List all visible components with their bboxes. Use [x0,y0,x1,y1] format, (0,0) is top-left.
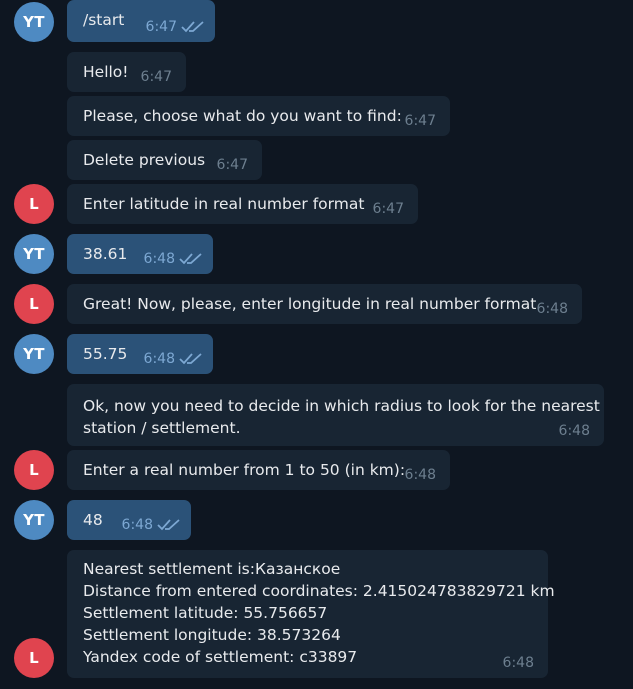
message-bubble-incoming[interactable]: Hello! 6:47 [67,52,186,92]
double-check-icon [179,353,202,365]
message-text: Please, choose what do you want to find: [83,107,402,125]
message-bubble-incoming[interactable]: Please, choose what do you want to find:… [67,96,450,136]
message-time: 6:48 [404,467,436,483]
message-time: 6:47 [372,201,404,217]
message-time: 6:47 [404,113,436,129]
user-avatar[interactable]: YT [14,500,54,540]
message-text: Great! Now, please, enter longitude in r… [83,295,537,313]
message-bubble-incoming[interactable]: Enter a real number from 1 to 50 (in km)… [67,450,450,490]
message-text: 48 [83,511,103,529]
message-bubble-outgoing[interactable]: 48 6:48 [67,500,191,540]
message-time: 6:48 [143,351,175,367]
message-text: Delete previous [83,151,206,169]
message-time: 6:47 [216,157,248,173]
bot-avatar[interactable]: L [14,184,54,224]
message-line: Settlement longitude: 38.573264 [83,626,341,644]
bot-avatar[interactable]: L [14,450,54,490]
message-time: 6:48 [558,423,590,439]
message-bubble-incoming[interactable]: Nearest settlement is:Казанское Distance… [67,550,555,678]
message-bubble-incoming[interactable]: Great! Now, please, enter longitude in r… [67,284,582,324]
message-bubble-incoming[interactable]: Delete previous 6:47 [67,140,262,180]
message-line: station / settlement. [83,419,241,437]
message-text: Nearest settlement is:Казанское Distance… [83,558,555,668]
message-text: Enter latitude in real number format [83,195,365,213]
message-time: 6:47 [140,69,172,85]
message-text: 38.61 [83,245,128,263]
message-time: 6:48 [143,251,175,267]
double-check-icon [181,21,204,33]
message-bubble-incoming[interactable]: Ok, now you need to decide in which radi… [67,384,604,446]
bot-avatar[interactable]: L [14,284,54,324]
message-bubble-outgoing[interactable]: 55.75 6:48 [67,334,213,374]
message-text: Hello! [83,63,129,81]
message-time: 6:48 [502,655,534,671]
message-line: Distance from entered coordinates: 2.415… [83,582,555,600]
message-bubble-outgoing[interactable]: /start 6:47 [67,0,215,42]
message-time: 6:47 [145,19,177,35]
bot-avatar[interactable]: L [14,638,54,678]
message-bubble-outgoing[interactable]: 38.61 6:48 [67,234,213,274]
message-time: 6:48 [121,517,153,533]
message-text: 55.75 [83,345,128,363]
chat-history[interactable]: YT /start 6:47 Hello! 6:47 Please, choos… [0,0,633,689]
message-text: Enter a real number from 1 to 50 (in km)… [83,461,406,479]
message-line: Yandex code of settlement: c33897 [83,648,358,666]
double-check-icon [157,519,180,531]
message-text: Ok, now you need to decide in which radi… [83,395,600,439]
user-avatar[interactable]: YT [14,234,54,274]
message-text: /start [83,11,125,29]
message-time: 6:48 [536,301,568,317]
message-bubble-incoming[interactable]: Enter latitude in real number format 6:4… [67,184,418,224]
user-avatar[interactable]: YT [14,2,54,42]
message-line: Ok, now you need to decide in which radi… [83,397,600,415]
double-check-icon [179,253,202,265]
message-line: Settlement latitude: 55.756657 [83,604,328,622]
message-line: Nearest settlement is:Казанское [83,560,341,578]
user-avatar[interactable]: YT [14,334,54,374]
